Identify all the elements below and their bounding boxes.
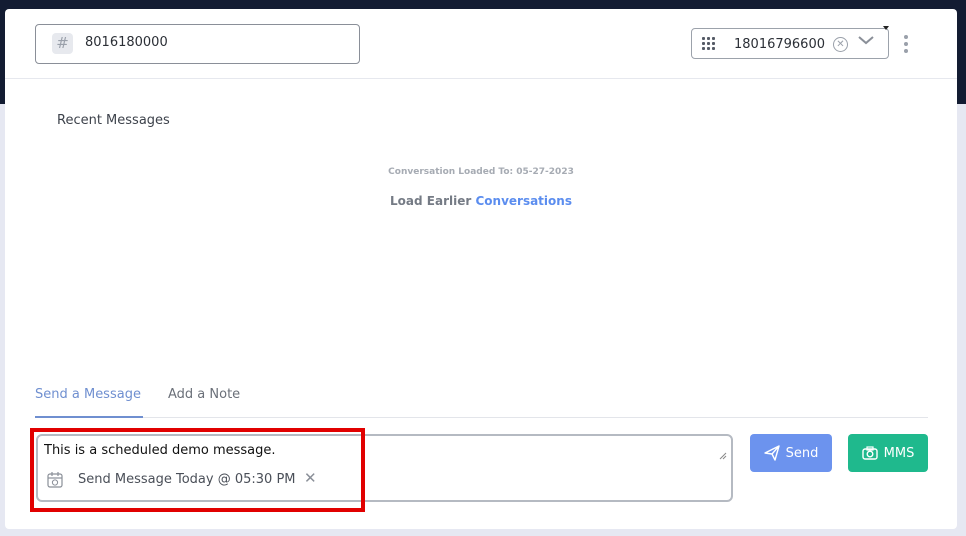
chevron-down-icon[interactable]	[857, 34, 875, 46]
resize-handle-icon[interactable]	[719, 452, 727, 460]
conversation-header: # 8016180000 18016796600 ✕	[5, 9, 957, 79]
remove-schedule-icon[interactable]: ✕	[304, 469, 317, 487]
message-compose-box: Send Message Today @ 05:30 PM ✕	[36, 434, 733, 502]
load-earlier: Load Earlier Conversations	[5, 194, 957, 208]
send-button[interactable]: Send	[750, 434, 832, 472]
recent-messages-title: Recent Messages	[57, 113, 170, 128]
paper-plane-icon	[763, 445, 780, 461]
conversation-card: # 8016180000 18016796600 ✕ Recent Messag…	[5, 9, 957, 529]
dialpad-icon	[702, 37, 716, 51]
load-earlier-prefix: Load Earlier	[390, 194, 472, 208]
from-number-value: 18016796600	[734, 37, 825, 52]
clear-icon[interactable]: ✕	[833, 37, 848, 52]
conversation-loaded-to: Conversation Loaded To: 05-27-2023	[388, 167, 574, 177]
schedule-label: Send Message Today @ 05:30 PM	[78, 472, 296, 487]
message-tabs: Send a Message Add a Note	[35, 381, 928, 418]
calendar-clock-icon	[47, 472, 63, 488]
from-number-select[interactable]: 18016796600 ✕	[691, 26, 889, 59]
mms-button[interactable]: MMS	[848, 434, 928, 472]
tab-add-a-note[interactable]: Add a Note	[168, 387, 240, 418]
to-number-value: 8016180000	[85, 35, 168, 50]
message-input[interactable]	[44, 443, 724, 467]
tab-send-a-message[interactable]: Send a Message	[35, 387, 143, 418]
kebab-menu-icon[interactable]	[903, 35, 909, 53]
mms-button-label: MMS	[883, 445, 915, 461]
send-button-label: Send	[785, 445, 819, 461]
to-number-field[interactable]: # 8016180000	[35, 24, 360, 64]
caret-icon	[883, 26, 889, 30]
hash-icon: #	[52, 33, 73, 54]
camera-icon	[861, 446, 878, 460]
load-earlier-conversations-link[interactable]: Conversations	[475, 194, 572, 208]
